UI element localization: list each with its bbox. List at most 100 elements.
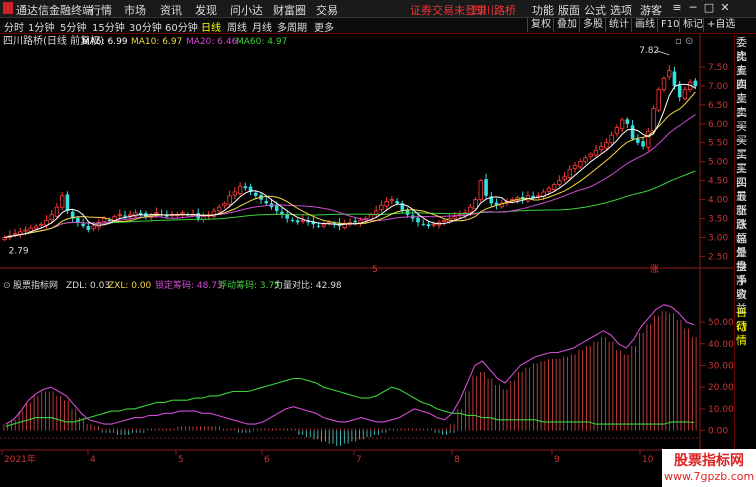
menu-shichang[interactable]: 市场 — [124, 2, 146, 18]
period-30min[interactable]: 30分钟 — [129, 19, 162, 34]
indicator-gear-icon[interactable]: ⊙ — [3, 281, 11, 291]
chart-settings-icon[interactable]: ▫ ⊙ — [675, 36, 693, 47]
minimize-icon[interactable]: ─ — [686, 1, 700, 15]
candle-body — [384, 201, 389, 207]
candle-body — [562, 176, 567, 180]
candle-body — [254, 192, 258, 196]
tool-biaoji[interactable]: 标记 — [679, 18, 706, 32]
candle-body — [421, 223, 426, 225]
ma20-label: MA20: 6.46 — [186, 37, 238, 47]
y-tick-label: 50.00 — [708, 318, 734, 328]
candle-body — [452, 216, 457, 219]
menu-faxian[interactable]: 发现 — [195, 2, 217, 18]
stock-name: 四川路桥 — [472, 4, 516, 17]
candle-body — [123, 215, 127, 217]
candle-body — [59, 195, 65, 208]
y-tick-label: 2.50 — [708, 252, 728, 262]
side-panel-toggle[interactable]: 行情 — [736, 320, 756, 348]
candle-body — [379, 204, 384, 210]
candle-body — [23, 229, 28, 232]
period-weekly[interactable]: 周线 — [227, 19, 247, 34]
watermark-title: 股票指标网 — [674, 453, 744, 469]
period-15min[interactable]: 15分钟 — [92, 19, 125, 34]
tool-fuquan[interactable]: 复权 — [527, 18, 554, 32]
candle-body — [76, 217, 80, 223]
menu-banmian[interactable]: 版面 — [558, 2, 580, 18]
candle-body — [86, 226, 91, 230]
menu-bar: 通达信金融终端 行情 市场 资讯 发现 问小达 财富圈 交易 证券交易未登录 四… — [0, 0, 756, 18]
menu-caifuquan[interactable]: 财富圈 — [273, 2, 306, 18]
candle-body — [33, 225, 39, 229]
kline-chart[interactable]: 四川路桥(日线 前复权) MA5: 6.99 MA10: 6.97 MA20: … — [0, 34, 734, 487]
candle-body — [441, 220, 447, 222]
period-daily[interactable]: 日线 — [201, 19, 221, 34]
candle-body — [593, 149, 599, 156]
menu-jiaoyi[interactable]: 交易 — [316, 2, 338, 18]
x-tick-label: 10 — [642, 455, 654, 465]
maximize-icon[interactable]: □ — [702, 1, 716, 15]
close-icon[interactable]: ✕ — [718, 1, 732, 15]
candle-body — [646, 130, 651, 148]
user-label[interactable]: 游客 — [640, 2, 662, 18]
candle-body — [604, 142, 609, 149]
menu-xuanxiang[interactable]: 选项 — [610, 2, 632, 18]
candle-body — [395, 201, 399, 204]
menu-gongshi[interactable]: 公式 — [584, 2, 606, 18]
period-fenshi[interactable]: 分时 — [4, 19, 24, 34]
watermark: 股票指标网 www.7gpzb.com — [662, 449, 756, 487]
candle-body — [693, 80, 698, 87]
x-tick-label: 8 — [454, 455, 460, 465]
candle-body — [65, 194, 70, 211]
period-more[interactable]: 更多 — [314, 19, 334, 34]
candle-body — [321, 223, 327, 227]
period-1min[interactable]: 1分钟 — [28, 19, 54, 34]
x-tick-label: 6 — [264, 455, 270, 465]
candle-body — [128, 214, 133, 217]
y-tick-label: 6.00 — [708, 120, 728, 130]
menu-hangqing[interactable]: 行情 — [90, 2, 112, 18]
candle-body — [300, 220, 306, 222]
candle-body — [551, 184, 557, 191]
candle-body — [326, 221, 332, 224]
marker-zhang: 涨 — [650, 264, 659, 275]
candle-body — [656, 89, 661, 111]
tool-huaxian[interactable]: 画线 — [631, 18, 658, 32]
tool-zixuan[interactable]: +自选 — [703, 18, 738, 32]
menu-gongneng[interactable]: 功能 — [532, 2, 554, 18]
y-tick-label: 6.50 — [708, 101, 728, 111]
menu-zixun[interactable]: 资讯 — [160, 2, 182, 18]
menu-icon[interactable]: ≡ — [670, 1, 684, 15]
period-60min[interactable]: 60分钟 — [165, 19, 198, 34]
tool-diejia[interactable]: 叠加 — [553, 18, 580, 32]
y-tick-label: 4.50 — [708, 177, 728, 187]
candle-body — [625, 119, 630, 124]
candle-body — [39, 223, 44, 226]
candle-body — [672, 71, 677, 86]
ma10-label: MA10: 6.97 — [131, 37, 182, 47]
y-tick-label: 0.00 — [708, 427, 728, 437]
y-tick-label: 7.50 — [708, 63, 728, 73]
candle-body — [583, 157, 588, 163]
candle-body — [651, 108, 656, 132]
tool-duogu[interactable]: 多股 — [579, 18, 606, 32]
y-tick-label: 30.00 — [708, 361, 734, 371]
candle-body — [237, 185, 243, 194]
zdl-label: ZDL: 0.03 — [66, 281, 110, 291]
ma60-label: MA60: 4.97 — [236, 37, 287, 47]
menu-wenxiaoda[interactable]: 问小达 — [230, 2, 263, 18]
period-monthly[interactable]: 月线 — [252, 19, 272, 34]
candle-body — [641, 141, 645, 147]
indicator-name: 股票指标网 — [13, 279, 58, 291]
watermark-url: www.7gpzb.com — [664, 470, 755, 483]
period-multi[interactable]: 多周期 — [277, 19, 307, 34]
candle-body — [682, 89, 688, 100]
candle-body — [426, 224, 431, 227]
candle-body — [677, 85, 682, 98]
ma5-label: MA5: 6.99 — [82, 37, 128, 47]
power-ratio-label: 力量对比: 42.98 — [274, 279, 342, 291]
x-tick-label: 7 — [356, 455, 362, 465]
candle-body — [661, 77, 667, 91]
candle-body — [274, 205, 279, 211]
tool-tongji[interactable]: 统计 — [605, 18, 632, 32]
period-5min[interactable]: 5分钟 — [60, 19, 86, 34]
